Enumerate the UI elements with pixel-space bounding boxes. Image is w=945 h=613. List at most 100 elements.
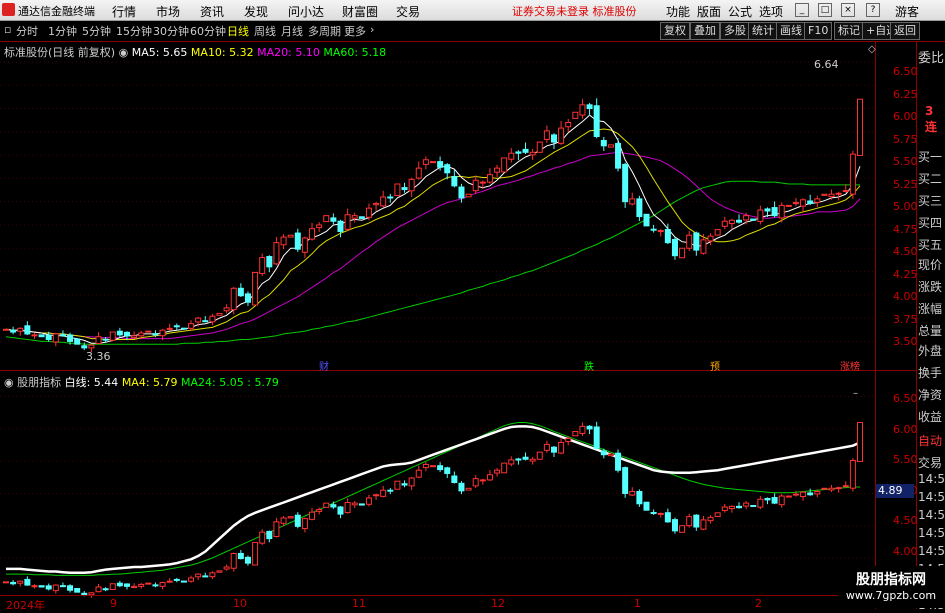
sub-candle xyxy=(195,573,202,578)
main-candle xyxy=(287,234,294,238)
menu-news[interactable]: 资讯 xyxy=(200,3,224,20)
sub-candle xyxy=(152,584,159,587)
period-multi[interactable]: 多周期 xyxy=(308,23,341,39)
marker-rise-list[interactable]: 涨榜 xyxy=(840,358,860,373)
menu-quotes[interactable]: 行情 xyxy=(112,3,136,20)
minimize-icon[interactable]: _ xyxy=(795,3,809,17)
toolbar-square-icon[interactable]: ▫ xyxy=(4,23,11,36)
sub-candle xyxy=(351,502,358,506)
stats-button[interactable]: 统计 xyxy=(748,22,778,40)
sub-candle xyxy=(857,421,863,462)
main-candle xyxy=(408,178,415,192)
sub-candle xyxy=(501,462,508,474)
main-candle xyxy=(615,143,622,169)
period-60min[interactable]: 60分钟 xyxy=(190,23,226,39)
period-1min[interactable]: 1分钟 xyxy=(48,23,77,39)
main-candle xyxy=(10,329,17,333)
sub-candle xyxy=(387,489,394,492)
period-more[interactable]: 更多 xyxy=(344,23,366,39)
main-candle xyxy=(195,317,202,323)
mark-button[interactable]: 标记 xyxy=(834,22,864,40)
sub-candle xyxy=(259,531,266,544)
quote-field-18[interactable]: 14:55 xyxy=(918,526,945,540)
marker-forecast[interactable]: 预 xyxy=(710,358,720,373)
sub-candle xyxy=(365,497,372,505)
menu-market[interactable]: 市场 xyxy=(156,3,180,20)
sub-candle xyxy=(180,580,187,583)
close-icon[interactable]: × xyxy=(841,3,855,17)
ma60-line xyxy=(5,180,860,345)
period-5min[interactable]: 5分钟 xyxy=(82,23,111,39)
period-weekly[interactable]: 周线 xyxy=(254,23,276,39)
menu-wealth[interactable]: 财富圈 xyxy=(342,3,378,20)
ma10-line xyxy=(5,128,861,340)
sub-axis-tick: 4.50 xyxy=(893,514,918,528)
main-candle xyxy=(714,229,721,236)
period-daily[interactable]: 日线 xyxy=(227,23,249,39)
multi-stock-button[interactable]: 多股 xyxy=(720,22,750,40)
menu-discover[interactable]: 发现 xyxy=(244,3,268,20)
period-timeshare[interactable]: 分时 xyxy=(16,23,38,39)
ma5-label: MA5: 5.65 xyxy=(131,46,188,59)
diamond-icon[interactable]: ◇ xyxy=(868,44,876,55)
main-candle xyxy=(807,200,814,205)
guest-button[interactable]: 游客 xyxy=(895,3,919,20)
ma4-label: MA4: 5.79 xyxy=(121,376,178,389)
marker-drop[interactable]: 跌 xyxy=(584,358,594,373)
help-icon[interactable]: ? xyxy=(866,3,880,17)
menu-formula[interactable]: 公式 xyxy=(728,3,752,20)
sub-candle xyxy=(600,450,607,456)
marker-finance[interactable]: 财 xyxy=(319,358,329,373)
sub-candle xyxy=(543,443,550,451)
main-candle xyxy=(458,186,465,199)
menu-trade[interactable]: 交易 xyxy=(396,3,420,20)
main-axis-tick: 6.00 xyxy=(893,110,918,123)
ma20-path xyxy=(5,151,861,340)
chevron-right-icon[interactable]: › xyxy=(370,23,374,36)
menu-function[interactable]: 功能 xyxy=(666,3,690,20)
overlay-button[interactable]: 叠加 xyxy=(690,22,720,40)
back-button[interactable]: 返回 xyxy=(890,22,920,40)
main-candle xyxy=(792,202,799,205)
quote-field-14[interactable]: 交易 xyxy=(918,454,942,471)
sub-legend: ◉ 股朋指标 白线: 5.44 MA4: 5.79 MA24: 5.05 : 5… xyxy=(4,374,279,390)
main-candle xyxy=(821,193,828,196)
period-15min[interactable]: 15分钟 xyxy=(116,23,152,39)
f10-button[interactable]: F10 xyxy=(804,22,833,40)
sub-candle xyxy=(52,584,59,592)
period-30min[interactable]: 30分钟 xyxy=(153,23,189,39)
sub-candle xyxy=(800,491,807,498)
main-candle xyxy=(686,234,693,249)
quote-field-15[interactable]: 14:55 xyxy=(918,472,945,486)
menu-ask[interactable]: 问小达 xyxy=(288,3,324,20)
sub-candle xyxy=(579,425,586,434)
quote-field-17[interactable]: 14:55 xyxy=(918,508,945,522)
main-candle xyxy=(159,329,166,337)
main-candle xyxy=(479,181,486,184)
sub-candle xyxy=(59,585,66,588)
date-label-11: 11 xyxy=(352,597,366,610)
period-monthly[interactable]: 月线 xyxy=(281,23,303,39)
menu-layout[interactable]: 版面 xyxy=(697,3,721,20)
main-candle xyxy=(728,219,735,224)
sub-candle xyxy=(373,494,380,497)
maximize-icon[interactable]: □ xyxy=(818,3,832,17)
draw-button[interactable]: 画线 xyxy=(776,22,806,40)
kline-chart[interactable] xyxy=(0,42,915,609)
menu-options[interactable]: 选项 xyxy=(759,3,783,20)
quote-field-13[interactable]: 自动 xyxy=(918,432,942,449)
quote-field-3: 买四 xyxy=(918,216,943,230)
quote-field-16[interactable]: 14:55 xyxy=(918,490,945,504)
watermark-title: 股朋指标网 xyxy=(856,572,926,588)
main-candle xyxy=(643,213,650,227)
sub-candle xyxy=(230,552,237,569)
sub-candle xyxy=(643,501,650,511)
quote-field-2: 买三 xyxy=(918,194,943,208)
main-candle xyxy=(671,238,678,257)
adjust-button[interactable]: 复权 xyxy=(660,22,690,40)
main-candle xyxy=(622,163,629,203)
main-candle xyxy=(650,228,657,231)
sub-candle xyxy=(565,438,572,443)
main-candle xyxy=(223,307,230,312)
quote-field-19[interactable]: 14:55 xyxy=(918,544,945,558)
